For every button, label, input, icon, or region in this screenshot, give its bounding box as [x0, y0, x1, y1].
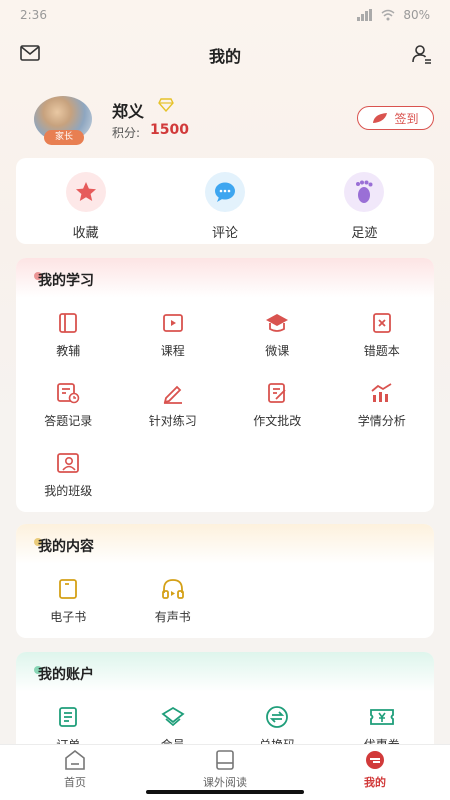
tab-profile[interactable]: 我的 — [300, 745, 450, 800]
study-item-essay-grading[interactable]: 作文批改 — [225, 368, 330, 438]
star-icon — [65, 172, 106, 212]
item-label: 我的班级 — [44, 484, 93, 498]
avatar[interactable]: 家长 — [34, 96, 92, 145]
quick-action-label: 足迹 — [351, 226, 378, 241]
account-card-header: 我的账户 — [16, 652, 434, 692]
study-item-answer-records[interactable]: 答题记录 — [16, 368, 121, 438]
class-icon — [55, 450, 81, 476]
study-card: 我的学习 教辅 课程 微课 错题本 答题记录 针对练习 作文批改 学情分析 我的… — [16, 258, 434, 512]
content-item-ebooks[interactable]: 电子书 — [16, 564, 121, 634]
item-label: 电子书 — [50, 610, 87, 624]
coupon-icon — [369, 704, 395, 730]
mail-icon[interactable] — [20, 45, 40, 61]
tab-label: 首页 — [64, 776, 86, 789]
content-item-audiobooks[interactable]: 有声书 — [121, 564, 226, 634]
study-item-learning-analysis[interactable]: 学情分析 — [330, 368, 435, 438]
signin-button[interactable]: 签到 — [357, 106, 434, 130]
chat-icon — [204, 172, 245, 212]
wifi-icon — [381, 9, 395, 21]
quick-action-label: 收藏 — [72, 226, 99, 241]
order-icon — [55, 704, 81, 730]
content-grid: 电子书 有声书 — [16, 564, 434, 634]
signin-label: 签到 — [394, 111, 419, 126]
study-item-textbook-aids[interactable]: 教辅 — [16, 298, 121, 368]
item-label: 教辅 — [56, 344, 81, 358]
section-title: 我的内容 — [38, 539, 94, 555]
study-grid: 教辅 课程 微课 错题本 答题记录 针对练习 作文批改 学情分析 我的班级 — [16, 298, 434, 508]
section-title: 我的账户 — [38, 667, 94, 683]
pencil-icon — [160, 380, 186, 406]
record-icon — [55, 380, 81, 406]
username: 郑义 — [112, 102, 145, 121]
content-card: 我的内容 电子书 有声书 — [16, 524, 434, 638]
ebook-icon — [55, 576, 81, 602]
wrong-book-icon — [369, 310, 395, 336]
item-label: 学情分析 — [357, 414, 406, 428]
item-label: 课程 — [160, 344, 185, 358]
vip-icon — [160, 704, 186, 730]
home-indicator — [146, 790, 304, 794]
study-item-courses[interactable]: 课程 — [121, 298, 226, 368]
headphones-icon — [160, 576, 186, 602]
content-card-header: 我的内容 — [16, 524, 434, 564]
points-value: 1500 — [150, 122, 189, 138]
exchange-icon — [264, 704, 290, 730]
video-icon — [160, 310, 186, 336]
study-item-targeted-practice[interactable]: 针对练习 — [121, 368, 226, 438]
signal-icon — [357, 9, 373, 21]
quick-actions-card: 收藏 评论 足迹 — [16, 158, 434, 244]
status-time: 2:36 — [20, 8, 47, 22]
footprint-icon — [344, 172, 385, 212]
quick-action-favorites[interactable]: 收藏 — [16, 158, 155, 244]
study-card-header: 我的学习 — [16, 258, 434, 298]
quick-action-comments[interactable]: 评论 — [155, 158, 294, 244]
item-label: 微课 — [265, 344, 290, 358]
graduation-cap-icon — [264, 310, 290, 336]
item-label: 作文批改 — [253, 414, 302, 428]
chart-icon — [369, 380, 395, 406]
diamond-icon — [158, 98, 174, 112]
edit-doc-icon — [264, 380, 290, 406]
reading-icon — [216, 750, 234, 770]
leaf-icon — [373, 113, 388, 123]
item-label: 错题本 — [363, 344, 400, 358]
section-title: 我的学习 — [38, 273, 94, 289]
status-bar: 2:36 80% — [0, 0, 450, 30]
study-item-my-class[interactable]: 我的班级 — [16, 438, 121, 508]
page-title: 我的 — [208, 47, 241, 66]
battery-level: 80% — [403, 8, 430, 22]
item-label: 有声书 — [154, 610, 191, 624]
study-item-mistake-book[interactable]: 错题本 — [330, 298, 435, 368]
home-icon — [65, 750, 85, 770]
points-label: 积分: — [112, 126, 141, 140]
role-badge: 家长 — [44, 130, 84, 145]
user-settings-icon[interactable] — [412, 44, 432, 64]
study-item-micro-lessons[interactable]: 微课 — [225, 298, 330, 368]
quick-action-label: 评论 — [211, 226, 238, 241]
book-icon — [55, 310, 81, 336]
top-header: 我的 — [0, 36, 450, 74]
item-label: 答题记录 — [44, 414, 93, 428]
profile-icon — [366, 751, 384, 769]
quick-action-footprints[interactable]: 足迹 — [295, 158, 434, 244]
tab-home[interactable]: 首页 — [0, 745, 150, 800]
item-label: 针对练习 — [148, 414, 197, 428]
tab-label: 我的 — [364, 776, 386, 789]
tab-label: 课外阅读 — [203, 776, 247, 789]
